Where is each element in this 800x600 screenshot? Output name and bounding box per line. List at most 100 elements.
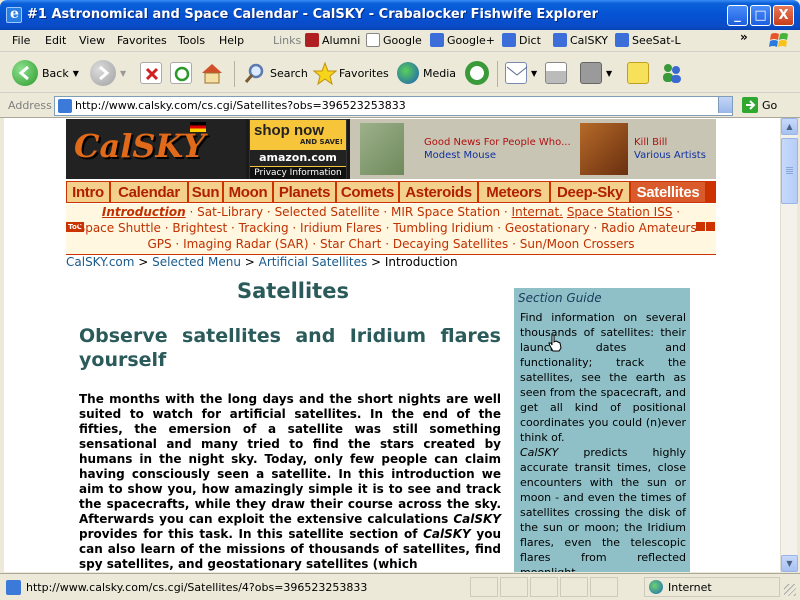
ad-album-artist[interactable]: Modest Mouse — [424, 150, 496, 161]
menu-tools[interactable]: Tools — [178, 34, 205, 47]
link-dict[interactable]: Dict — [502, 33, 541, 47]
subnav-sun-moon-crossers[interactable]: Sun/Moon Crossers — [520, 237, 635, 251]
print-button[interactable] — [545, 59, 567, 87]
tab-comets[interactable]: Comets — [336, 181, 399, 203]
go-button[interactable]: Go — [742, 97, 777, 113]
menu-help[interactable]: Help — [219, 34, 244, 47]
breadcrumb-home[interactable]: CalSKY.com — [66, 255, 134, 269]
subnav-radio-amateurs[interactable]: Radio Amateurs — [601, 221, 697, 235]
address-dropdown-icon[interactable] — [718, 97, 732, 113]
favorites-button[interactable]: Favorites — [312, 59, 389, 87]
tab-sun[interactable]: Sun — [188, 181, 223, 203]
subnav-sat-library[interactable]: Sat-Library — [197, 205, 263, 219]
tab-moon[interactable]: Moon — [223, 181, 273, 203]
close-button[interactable]: X — [773, 5, 794, 26]
tab-intro[interactable]: Intro — [66, 181, 110, 203]
amazon-brand: amazon.com — [250, 150, 346, 166]
edit-dropdown-icon[interactable]: ▼ — [606, 69, 612, 78]
subnav-iridium-flares[interactable]: Iridium Flares — [300, 221, 382, 235]
calsky-logo[interactable]: CalSKY — [66, 119, 246, 179]
back-dropdown-icon[interactable]: ▼ — [73, 69, 79, 78]
breadcrumb-selected-menu[interactable]: Selected Menu — [152, 255, 241, 269]
scroll-thumb[interactable] — [781, 138, 798, 204]
section-nav: Intro Calendar Sun Moon Planets Comets A… — [66, 181, 716, 203]
window-title: #1 Astronomical and Space Calendar - Cal… — [27, 7, 598, 22]
mail-button[interactable]: ▼ — [505, 59, 537, 87]
album-cover-image[interactable] — [360, 123, 404, 175]
scroll-up-icon[interactable]: ▲ — [781, 118, 798, 135]
subnav-tracking[interactable]: Tracking — [239, 221, 289, 235]
ad-album-title[interactable]: Good News For People Who... — [424, 137, 571, 148]
address-input[interactable]: http://www.calsky.com/cs.cgi/Satellites?… — [54, 96, 733, 116]
german-flag-icon[interactable] — [190, 122, 206, 132]
vertical-scrollbar[interactable]: ▲ ▼ — [780, 118, 798, 572]
tab-deep-sky[interactable]: Deep-Sky — [550, 181, 630, 203]
subnav-tumbling-iridium[interactable]: Tumbling Iridium — [393, 221, 493, 235]
stop-icon — [140, 62, 162, 84]
menu-view[interactable]: View — [79, 34, 105, 47]
tab-meteors[interactable]: Meteors — [478, 181, 550, 203]
forward-dropdown-icon[interactable]: ▼ — [120, 69, 126, 78]
mail-dropdown-icon[interactable]: ▼ — [531, 69, 537, 78]
forward-button[interactable]: ▼ — [90, 59, 126, 87]
link-seesat[interactable]: SeeSat-L — [615, 33, 681, 47]
page-icon — [615, 33, 629, 47]
amazon-ad[interactable]: shop now AND SAVE! amazon.com Privacy In… — [249, 119, 347, 179]
menu-file[interactable]: File — [12, 34, 30, 47]
tab-asteroids[interactable]: Asteroids — [399, 181, 478, 203]
status-pane — [560, 577, 588, 597]
ad-album-artist[interactable]: Various Artists — [634, 150, 706, 161]
search-icon — [244, 62, 266, 84]
subnav-imaging-radar[interactable]: Imaging Radar (SAR) — [183, 237, 308, 251]
resize-grip[interactable] — [784, 584, 796, 596]
subnav-gps[interactable]: GPS — [147, 237, 171, 251]
media-button[interactable]: Media — [397, 59, 456, 87]
intro-paragraph: The months with the long days and the sh… — [79, 392, 501, 571]
subnav-row-3: GPS · Imaging Radar (SAR) · Star Chart ·… — [147, 237, 635, 251]
minimize-button[interactable]: _ — [727, 5, 748, 26]
link-alumni[interactable]: Alumni — [305, 33, 360, 47]
subnav-selected-satellite[interactable]: Selected Satellite — [275, 205, 380, 219]
home-button[interactable] — [200, 59, 222, 87]
subnav-space-shuttle[interactable]: Space Shuttle — [78, 221, 161, 235]
edit-button[interactable]: ▼ — [580, 59, 612, 87]
messenger-button[interactable] — [660, 59, 682, 87]
subnav-internat[interactable]: Internat. — [512, 205, 563, 219]
links-overflow-chevron[interactable]: » — [740, 30, 748, 44]
menu-favorites[interactable]: Favorites — [117, 34, 167, 47]
page-icon — [553, 33, 567, 47]
subnav-geostationary[interactable]: Geostationary — [505, 221, 590, 235]
link-google-plus[interactable]: Google+ — [430, 33, 495, 47]
subnav-introduction[interactable]: Introduction — [102, 205, 186, 219]
subnav-mir[interactable]: MIR Space Station — [391, 205, 500, 219]
breadcrumb-artificial-satellites[interactable]: Artificial Satellites — [259, 255, 368, 269]
ad-album-title[interactable]: Kill Bill — [634, 137, 667, 148]
section-guide-text: Find information on several thousands of… — [520, 311, 686, 572]
privacy-link[interactable]: Privacy Information — [250, 167, 346, 179]
hand-cursor-icon — [548, 334, 562, 352]
album-cover-image[interactable] — [580, 123, 628, 175]
maximize-button[interactable]: □ — [750, 5, 771, 26]
menu-edit[interactable]: Edit — [45, 34, 66, 47]
tab-satellites[interactable]: Satellites — [630, 181, 706, 203]
link-google[interactable]: Google — [366, 33, 422, 47]
security-zone: Internet — [644, 577, 780, 597]
subnav-decaying-satellites[interactable]: Decaying Satellites — [393, 237, 508, 251]
subnav-brightest[interactable]: Brightest — [172, 221, 227, 235]
scroll-down-icon[interactable]: ▼ — [781, 555, 798, 572]
discuss-button[interactable] — [627, 59, 649, 87]
tab-planets[interactable]: Planets — [273, 181, 336, 203]
section-guide-title: Section Guide — [518, 291, 602, 305]
subnav-star-chart[interactable]: Star Chart — [320, 237, 381, 251]
status-text: http://www.calsky.com/cs.cgi/Satellites/… — [26, 581, 368, 594]
tab-calendar[interactable]: Calendar — [110, 181, 188, 203]
stop-button[interactable] — [140, 59, 162, 87]
refresh-button[interactable] — [170, 59, 192, 87]
amazon-save-text: AND SAVE! — [300, 138, 343, 146]
back-button[interactable]: Back ▼ — [12, 59, 79, 87]
link-calsky[interactable]: CalSKY — [553, 33, 608, 47]
search-button[interactable]: Search — [244, 59, 308, 87]
internet-globe-icon — [649, 580, 663, 594]
subnav-iss[interactable]: Space Station ISS — [567, 205, 673, 219]
history-button[interactable] — [465, 59, 489, 87]
